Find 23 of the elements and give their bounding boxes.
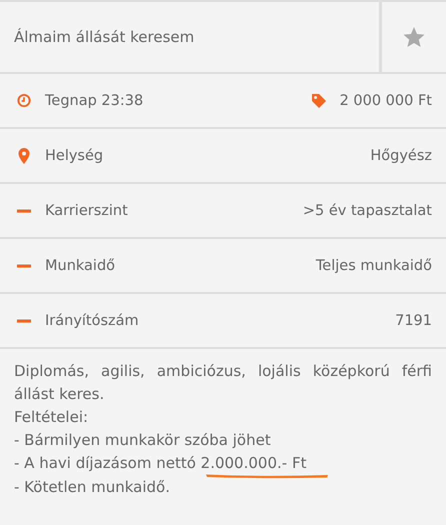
clock-icon [16,93,32,108]
dash-icon [16,264,32,268]
detail-label: Irányítószám [45,312,139,328]
description-text: - A havi díjazásom nettó 2.000.000.- Ft [14,453,306,474]
tag-icon [310,92,327,108]
dash-icon [16,318,32,322]
detail-label: Helység [45,148,104,164]
ad-title: Álmaim állását keresem [0,2,382,72]
description-text: - Kötetlen munkaidő. [14,478,170,496]
detail-value: 7191 [395,312,432,328]
star-icon [402,25,426,49]
description-text: Diplomás, agilis, ambiciózus, lojális középkorú férfi állást keres. [14,362,432,403]
detail-value: Teljes munkaidő [316,258,432,274]
post-date: Tegnap 23:38 [45,92,144,108]
description-text: Feltételei: [14,408,88,426]
detail-label: Munkaidő [45,258,116,274]
location-pin-icon [16,148,32,164]
detail-value: Hőgyész [370,148,432,164]
detail-label: Karrierszint [45,202,128,218]
detail-value: >5 év tapasztalat [302,202,432,218]
price: 2 000 000 Ft [340,92,432,108]
dash-icon [16,208,32,212]
description-text: - Bármilyen munkakör szóba jöhet [14,431,271,449]
